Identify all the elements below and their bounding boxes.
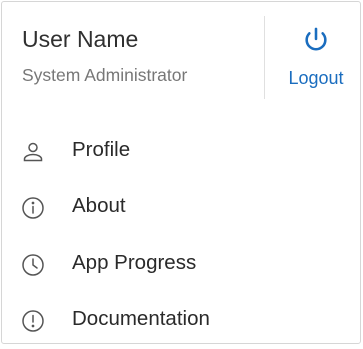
user-menu-header: User Name System Administrator Logout bbox=[2, 2, 360, 120]
clock-icon bbox=[21, 253, 45, 277]
person-icon bbox=[21, 140, 45, 164]
user-role: System Administrator bbox=[22, 65, 188, 85]
user-name: User Name bbox=[22, 26, 139, 52]
alert-icon bbox=[21, 309, 45, 333]
info-icon bbox=[21, 196, 45, 220]
header-divider bbox=[264, 16, 265, 99]
logout-button[interactable]: Logout bbox=[272, 22, 360, 100]
user-menu-panel: User Name System Administrator Logout Pr… bbox=[1, 1, 361, 344]
menu-item-label: Documentation bbox=[72, 307, 210, 330]
menu-item-documentation[interactable]: Documentation bbox=[2, 295, 360, 349]
power-icon bbox=[302, 26, 330, 54]
menu-item-label: About bbox=[72, 194, 126, 217]
menu-item-app-progress[interactable]: App Progress bbox=[2, 239, 360, 293]
menu-item-profile[interactable]: Profile bbox=[2, 126, 360, 180]
logout-label: Logout bbox=[288, 68, 344, 88]
menu-item-label: Profile bbox=[72, 138, 131, 161]
menu-item-label: App Progress bbox=[72, 251, 197, 274]
menu-item-about[interactable]: About bbox=[2, 182, 360, 236]
